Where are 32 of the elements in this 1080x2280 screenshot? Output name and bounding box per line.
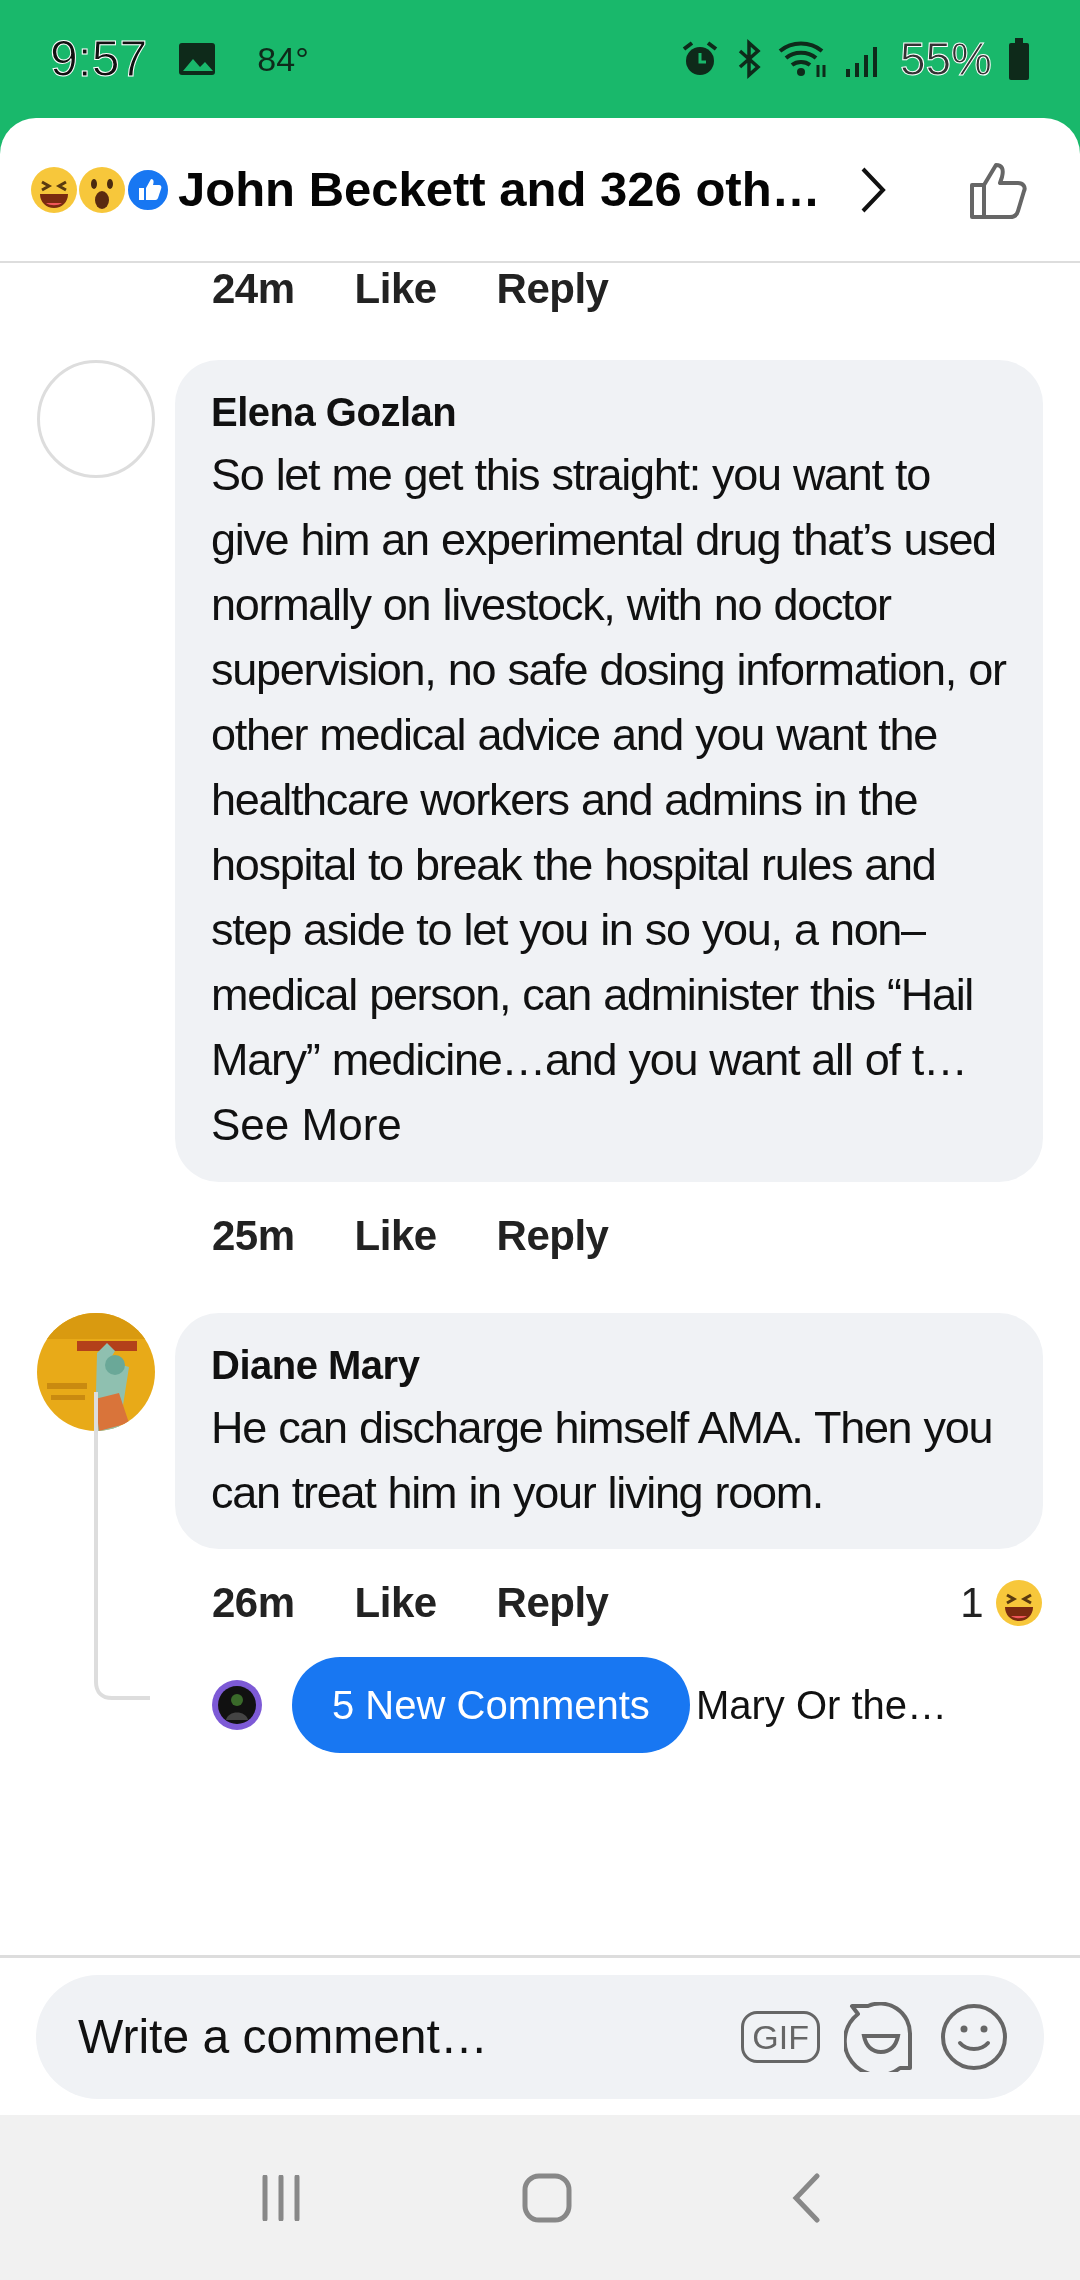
battery-icon (1008, 38, 1030, 80)
battery-percent: 55% (899, 31, 992, 87)
gif-button[interactable]: GIF (741, 2010, 820, 2063)
back-icon[interactable] (790, 2172, 821, 2223)
reply-link[interactable]: Reply (496, 263, 609, 320)
reply-link[interactable]: Reply (496, 1571, 609, 1634)
reaction-count: 1 (960, 1578, 983, 1628)
home-icon[interactable] (522, 2172, 572, 2223)
image-icon (177, 41, 218, 77)
laughing-emoji-icon (995, 1578, 1043, 1627)
reactions-summary[interactable]: John Beckett and 326 oth… (178, 152, 821, 227)
comment-author[interactable]: Diane Mary (211, 1335, 1007, 1395)
comment-text: He can discharge himself AMA. Then you can treat him in your living room. (211, 1401, 994, 1520)
like-link[interactable]: Like (354, 1571, 437, 1634)
reply-preview-text: Mary Or the… (695, 1682, 948, 1729)
comment-field[interactable]: Write a comment… GIF (36, 1974, 1044, 2099)
like-link[interactable]: Like (354, 263, 437, 320)
comment-author[interactable]: Elena Gozlan (211, 382, 1007, 442)
comment-time: 24m (212, 264, 295, 314)
laughing-emoji-icon (30, 165, 78, 214)
new-comments-button[interactable]: 5 New Comments (292, 1657, 690, 1753)
comment-time: 25m (212, 1211, 295, 1261)
comment-text: So let me get this straight: you want to give him an experimental drug that’s used normally on livestock, with no doctor supervision, no safe dosing information, or other medical advice and you want the healthcare workers and admins in the hospital to break the hospital rules and step aside to let you in so you, a non–medical person, can administer this “Hail Mary” medicine…and you want all of t… (211, 448, 1007, 1087)
wifi-icon (777, 39, 828, 79)
see-more-link[interactable]: See More (211, 1100, 402, 1149)
like-link[interactable]: Like (354, 1204, 437, 1267)
reply-link[interactable]: Reply (496, 1204, 609, 1267)
smiley-icon[interactable] (940, 2002, 1008, 2071)
status-time: 9:57 (50, 29, 148, 89)
temperature: 84° (257, 38, 309, 80)
surprised-emoji-icon (78, 165, 126, 214)
comment-time: 26m (212, 1578, 295, 1628)
